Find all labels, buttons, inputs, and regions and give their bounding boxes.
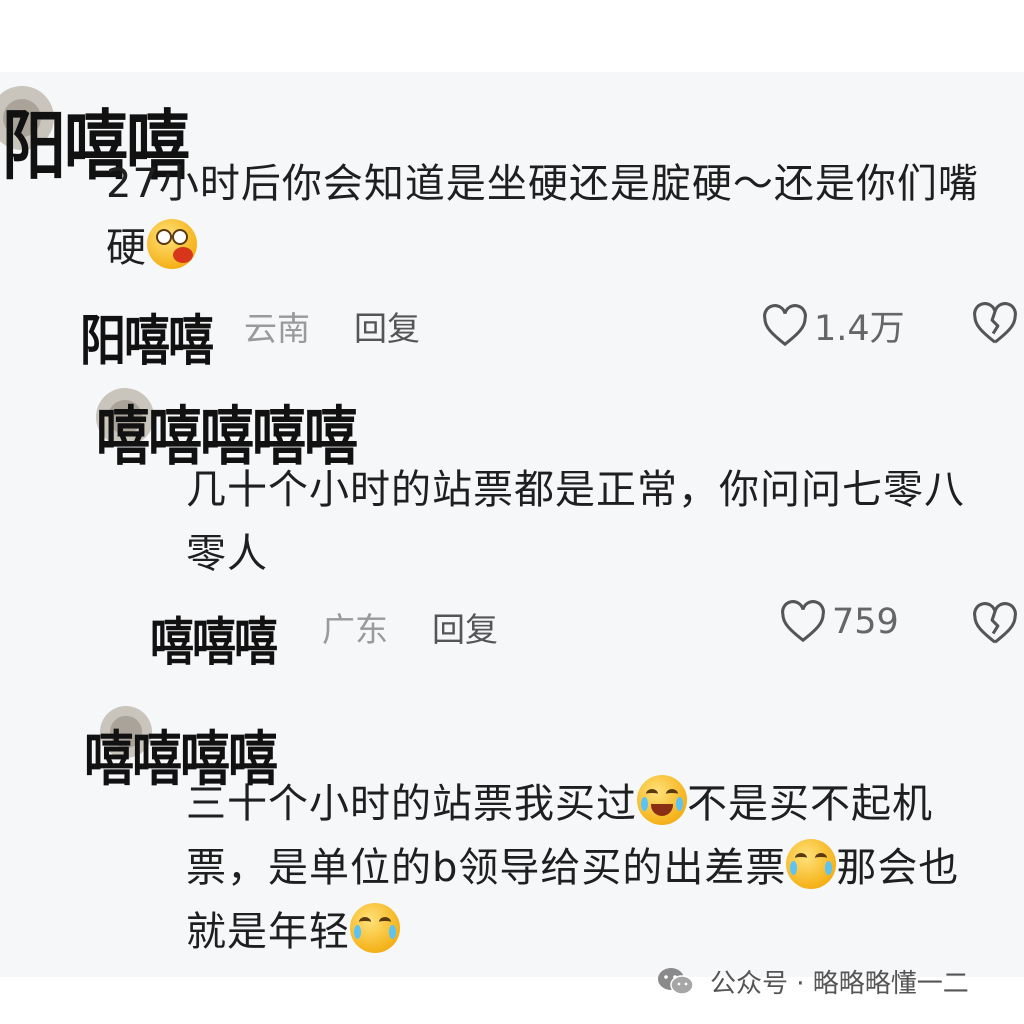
broken-heart-icon xyxy=(973,302,1017,344)
wechat-icon xyxy=(658,967,694,995)
dislike-button[interactable] xyxy=(972,302,1018,350)
comment-text-line: 零人 xyxy=(186,531,268,577)
reply-username[interactable]: 阳嘻嘻 xyxy=(80,298,214,376)
like-count: 759 xyxy=(832,602,899,642)
like-button[interactable]: 759 xyxy=(780,600,899,644)
comment-text-line: 27小时后你会知道是坐硬还是腚硬～还是你们嘴 xyxy=(106,161,979,207)
comment-text-line: 票，是单位的b领导给买的出差票 xyxy=(186,845,787,891)
reply-button[interactable]: 回复 xyxy=(354,309,420,348)
comment-meta: 广东 回复 xyxy=(322,603,498,651)
comment-text-line: 硬 xyxy=(106,225,147,271)
comment-text: 三十个小时的站票我买过 不是买不起机 票，是单位的b领导给买的出差票 那会也 就是年… xyxy=(186,772,1022,964)
comment-text-line: 就是年轻 xyxy=(186,909,350,955)
reply-username[interactable]: 嘻嘻嘻 xyxy=(150,600,278,676)
location-label: 广东 xyxy=(322,610,388,649)
like-button[interactable]: 1.4万 xyxy=(762,300,905,351)
comment-text-line: 那会也 xyxy=(836,845,960,891)
dislike-button[interactable] xyxy=(972,602,1018,650)
reply-button[interactable]: 回复 xyxy=(432,610,498,649)
laughing-crying-emoji xyxy=(637,775,687,825)
heart-icon xyxy=(781,600,825,643)
comment-meta: 云南 回复 xyxy=(244,302,420,350)
crying-face-emoji xyxy=(350,903,400,953)
heart-icon xyxy=(763,303,807,346)
comment-text: 几十个小时的站票都是正常，你问问七零八 零人 xyxy=(186,458,1016,586)
comment-text-line: 几十个小时的站票都是正常，你问问七零八 xyxy=(186,467,965,513)
watermark: 公众号 · 略略略懂一二 xyxy=(656,963,969,1000)
watermark-text: 公众号 · 略略略懂一二 xyxy=(710,969,969,999)
like-count: 1.4万 xyxy=(814,309,905,349)
broken-heart-icon xyxy=(973,602,1017,644)
comment-text: 27小时后你会知道是坐硬还是腚硬～还是你们嘴 硬 xyxy=(106,152,1024,280)
comment-text-line: 三十个小时的站票我买过 xyxy=(186,781,637,827)
comment-text-line: 不是买不起机 xyxy=(687,781,933,827)
location-label: 云南 xyxy=(244,309,310,348)
vomit-face-emoji xyxy=(147,219,197,269)
crying-face-emoji xyxy=(786,839,837,889)
